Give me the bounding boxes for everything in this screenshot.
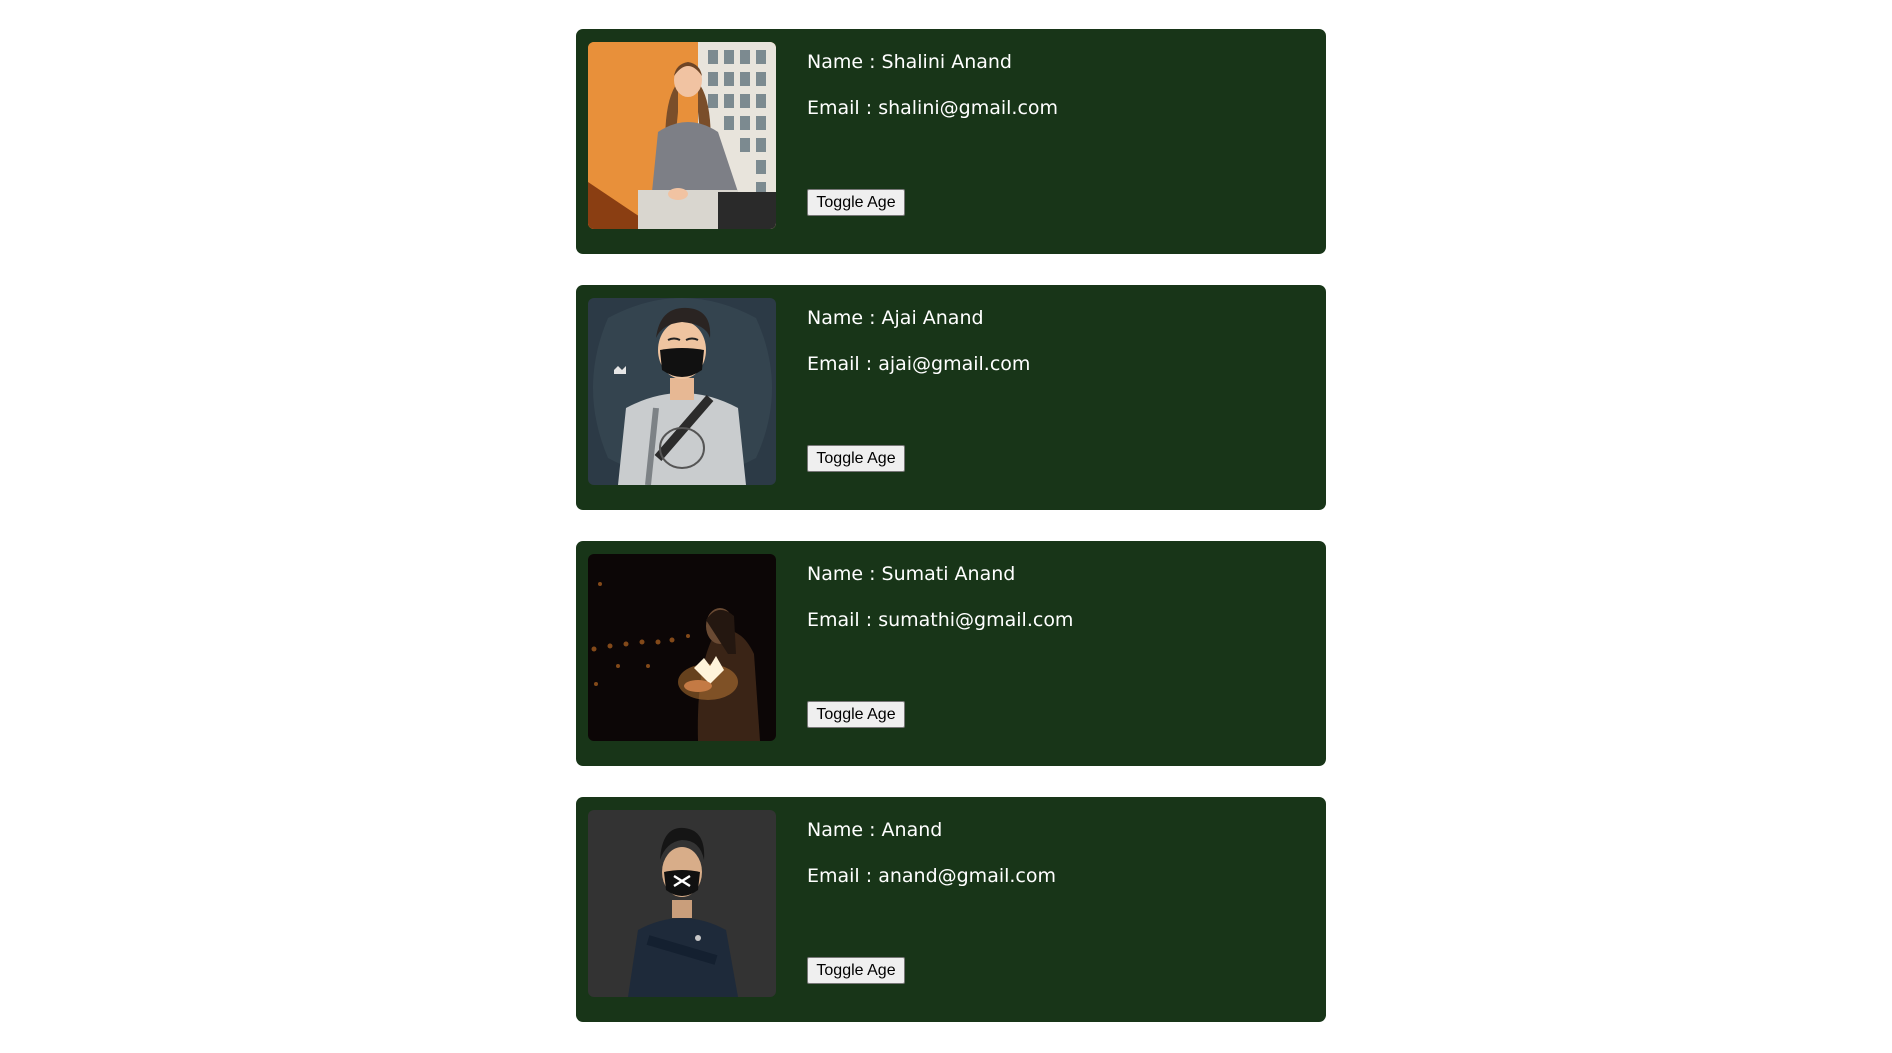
user-email: Email : sumathi@gmail.com xyxy=(807,609,1074,631)
user-name: Name : Sumati Anand xyxy=(807,563,1016,585)
user-name: Name : Ajai Anand xyxy=(807,307,984,329)
user-card: Name : Shalini Anand Email : shalini@gma… xyxy=(576,29,1326,254)
toggle-age-button[interactable]: Toggle Age xyxy=(807,957,905,984)
user-name: Name : Shalini Anand xyxy=(807,51,1012,73)
user-photo xyxy=(588,298,776,485)
toggle-age-button[interactable]: Toggle Age xyxy=(807,189,905,216)
user-card: Name : Ajai Anand Email : ajai@gmail.com… xyxy=(576,285,1326,510)
user-photo xyxy=(588,42,776,229)
user-card: Name : Anand Email : anand@gmail.com Tog… xyxy=(576,797,1326,1022)
user-email: Email : ajai@gmail.com xyxy=(807,353,1031,375)
toggle-age-button[interactable]: Toggle Age xyxy=(807,701,905,728)
user-card-list: Name : Shalini Anand Email : shalini@gma… xyxy=(576,29,1326,1053)
user-photo xyxy=(588,554,776,741)
user-card: Name : Sumati Anand Email : sumathi@gmai… xyxy=(576,541,1326,766)
user-photo xyxy=(588,810,776,997)
user-email: Email : shalini@gmail.com xyxy=(807,97,1059,119)
user-email: Email : anand@gmail.com xyxy=(807,865,1057,887)
toggle-age-button[interactable]: Toggle Age xyxy=(807,445,905,472)
user-name: Name : Anand xyxy=(807,819,943,841)
